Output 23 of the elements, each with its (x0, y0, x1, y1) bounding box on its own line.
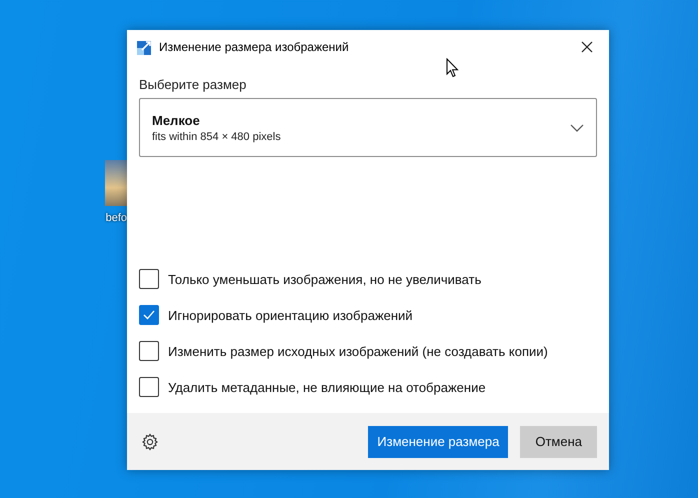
chevron-down-icon (570, 124, 584, 132)
checkbox[interactable] (139, 305, 159, 325)
window-title: Изменение размера изображений (159, 40, 349, 54)
checkbox-label: Удалить метаданные, не влияющие на отображение (168, 380, 486, 394)
checkbox-label: Только уменьшать изображения, но не увеличивать (168, 272, 482, 286)
size-dropdown[interactable]: Мелкое fits within 854 × 480 pixels (139, 98, 597, 157)
size-name: Мелкое (152, 112, 201, 128)
close-icon (581, 40, 593, 52)
mouse-pointer-icon (446, 58, 459, 78)
checkmark-icon (142, 308, 156, 322)
desktop-icon-label[interactable]: befo (106, 212, 127, 224)
photo-placeholder[interactable] (105, 160, 127, 206)
checkbox[interactable] (139, 377, 159, 397)
checkbox[interactable] (139, 341, 159, 361)
checkbox-label: Игнорировать ориентацию изображений (168, 308, 413, 322)
size-description: fits within 854 × 480 pixels (152, 130, 282, 142)
checkbox[interactable] (139, 269, 159, 289)
settings-icon[interactable] (141, 432, 159, 450)
app-icon (137, 38, 153, 54)
resize-button[interactable]: Изменение размера (368, 426, 508, 458)
size-label: Выберите размер (139, 77, 248, 92)
cancel-button[interactable]: Отмена (520, 426, 597, 458)
checkbox-label: Изменить размер исходных изображений (не создавать копии) (168, 344, 548, 358)
